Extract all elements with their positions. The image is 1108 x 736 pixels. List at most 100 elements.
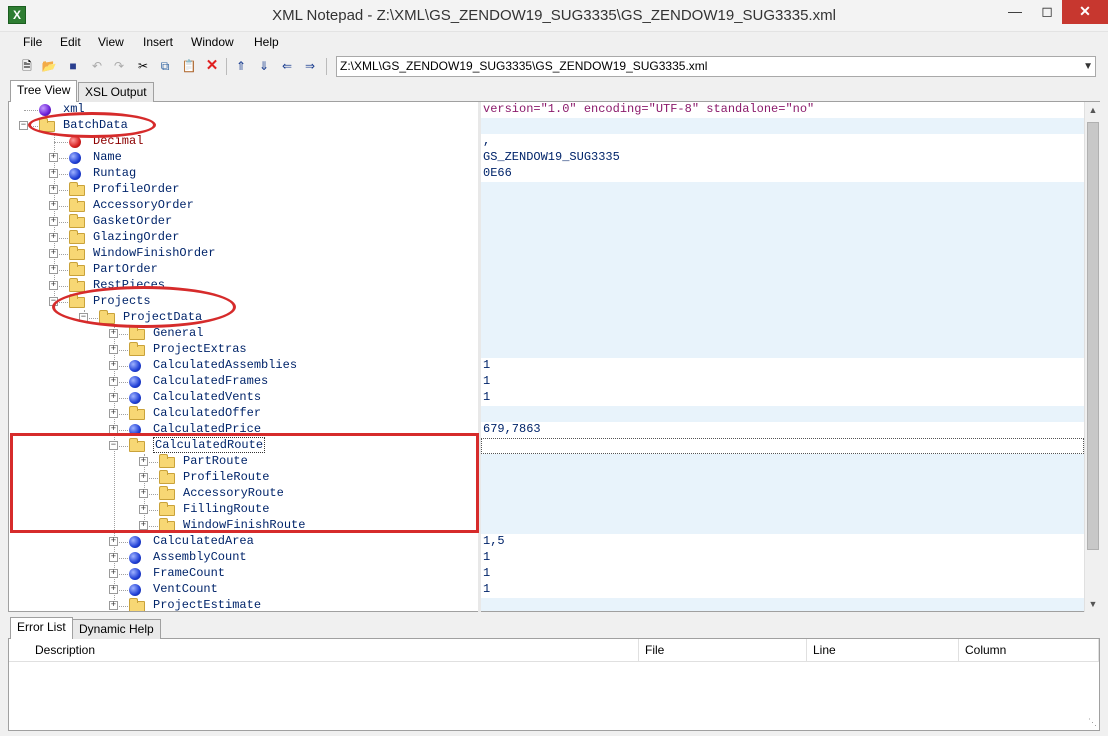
tree-view-pane[interactable]: xml − BatchData Decimal + Name + Runtag + Profile… [8,102,478,612]
tree-node-profileorder[interactable]: + ProfileOrder [9,182,478,198]
scroll-up-icon[interactable]: ▲ [1085,102,1101,118]
tab-xsl-output[interactable]: XSL Output [78,82,154,102]
column-header-column[interactable]: Column [959,639,1099,661]
expand-icon[interactable]: + [109,569,118,578]
close-button[interactable]: ✕ [1062,0,1108,24]
menu-insert[interactable]: Insert [143,35,173,49]
expand-icon[interactable]: + [109,409,118,418]
tree-node-framecount[interactable]: + FrameCount [9,566,478,582]
tree-node-gasketorder[interactable]: + GasketOrder [9,214,478,230]
node-value-row[interactable] [481,262,1084,278]
expand-icon[interactable]: + [49,265,58,274]
expand-icon[interactable]: + [109,393,118,402]
tree-node-calculatedvents[interactable]: + CalculatedVents [9,390,478,406]
nudge-right-icon[interactable]: ⇒ [301,57,319,75]
node-value-row[interactable] [481,198,1084,214]
node-value-row[interactable]: 1,5 [481,534,1084,550]
expand-icon[interactable]: + [109,345,118,354]
column-header-description[interactable]: Description [9,639,639,661]
minimize-button[interactable]: — [1000,0,1030,24]
resize-grip-icon[interactable]: ⋱ [1088,717,1097,728]
expand-icon[interactable]: + [109,601,118,610]
tree-node-assemblycount[interactable]: + AssemblyCount [9,550,478,566]
node-value-row[interactable] [481,214,1084,230]
node-value-row[interactable] [481,454,1084,470]
node-value-row[interactable] [481,230,1084,246]
node-value-row[interactable]: version="1.0" encoding="UTF-8" standalon… [481,102,1084,118]
expand-icon[interactable]: + [109,377,118,386]
node-value-row[interactable] [481,294,1084,310]
node-value-row[interactable]: 679,7863 [481,422,1084,438]
open-icon[interactable]: 📂 [40,57,58,75]
expand-icon[interactable]: + [49,233,58,242]
column-header-line[interactable]: Line [807,639,959,661]
scroll-thumb[interactable] [1087,122,1099,550]
expand-icon[interactable]: + [109,537,118,546]
tree-node-partorder[interactable]: + PartOrder [9,262,478,278]
node-value-row[interactable]: 1 [481,390,1084,406]
expand-icon[interactable]: + [49,185,58,194]
tree-node-calculatedframes[interactable]: + CalculatedFrames [9,374,478,390]
tree-node-projectestimate[interactable]: + ProjectEstimate [9,598,478,611]
node-value-row[interactable]: 0E66 [481,166,1084,182]
tree-node-ventcount[interactable]: + VentCount [9,582,478,598]
node-value-row[interactable] [481,246,1084,262]
column-header-file[interactable]: File [639,639,807,661]
tree-node-accessoryorder[interactable]: + AccessoryOrder [9,198,478,214]
menu-edit[interactable]: Edit [60,35,81,49]
node-value-row[interactable] [481,278,1084,294]
node-value-row[interactable] [481,182,1084,198]
undo-icon[interactable]: ↶ [88,57,106,75]
node-value-row[interactable]: 1 [481,374,1084,390]
menu-file[interactable]: File [23,35,42,49]
tree-node-calculatedassemblies[interactable]: + CalculatedAssemblies [9,358,478,374]
nudge-down-icon[interactable]: ⇓ [255,57,273,75]
tree-node-projectextras[interactable]: + ProjectExtras [9,342,478,358]
save-icon[interactable]: ■ [64,57,82,75]
expand-icon[interactable]: + [49,249,58,258]
expand-icon[interactable]: + [109,553,118,562]
tree-node-general[interactable]: + General [9,326,478,342]
node-value-row[interactable] [481,118,1084,134]
node-value-pane[interactable]: version="1.0" encoding="UTF-8" standalon… [481,102,1084,612]
menu-help[interactable]: Help [254,35,279,49]
paste-icon[interactable]: 📋 [180,57,198,75]
location-path-input[interactable]: Z:\XML\GS_ZENDOW19_SUG3335\GS_ZENDOW19_S… [336,56,1096,77]
node-value-row[interactable] [481,470,1084,486]
tab-error-list[interactable]: Error List [10,617,73,639]
node-value-row[interactable] [481,438,1084,454]
tree-node-calculatedoffer[interactable]: + CalculatedOffer [9,406,478,422]
scroll-down-icon[interactable]: ▼ [1085,596,1101,612]
node-value-row[interactable] [481,502,1084,518]
tab-tree-view[interactable]: Tree View [10,80,78,102]
nudge-up-icon[interactable]: ⇑ [232,57,250,75]
expand-icon[interactable]: + [109,329,118,338]
expand-icon[interactable]: + [49,217,58,226]
expand-icon[interactable]: + [109,585,118,594]
tree-node-name[interactable]: + Name [9,150,478,166]
copy-icon[interactable]: ⧉ [156,57,174,75]
expand-icon[interactable]: + [49,281,58,290]
node-value-row[interactable]: GS_ZENDOW19_SUG3335 [481,150,1084,166]
tree-node-glazingorder[interactable]: + GlazingOrder [9,230,478,246]
node-value-row[interactable]: 1 [481,550,1084,566]
cut-icon[interactable]: ✂ [134,57,152,75]
tree-node-windowfinishorder[interactable]: + WindowFinishOrder [9,246,478,262]
menu-window[interactable]: Window [191,35,234,49]
new-icon[interactable]: 🗎 [18,57,36,75]
maximize-button[interactable]: ◻ [1032,0,1062,24]
tab-dynamic-help[interactable]: Dynamic Help [72,619,161,639]
expand-icon[interactable]: + [109,361,118,370]
nudge-left-icon[interactable]: ⇐ [278,57,296,75]
delete-icon[interactable]: ✕ [203,57,221,75]
node-value-row[interactable] [481,342,1084,358]
expand-icon[interactable]: + [49,153,58,162]
menu-view[interactable]: View [98,35,124,49]
node-value-row[interactable]: 1 [481,358,1084,374]
expand-icon[interactable]: + [49,169,58,178]
node-value-row[interactable]: 1 [481,582,1084,598]
redo-icon[interactable]: ↷ [110,57,128,75]
node-value-row[interactable] [481,326,1084,342]
node-value-row[interactable] [481,518,1084,534]
expand-icon[interactable]: + [49,201,58,210]
